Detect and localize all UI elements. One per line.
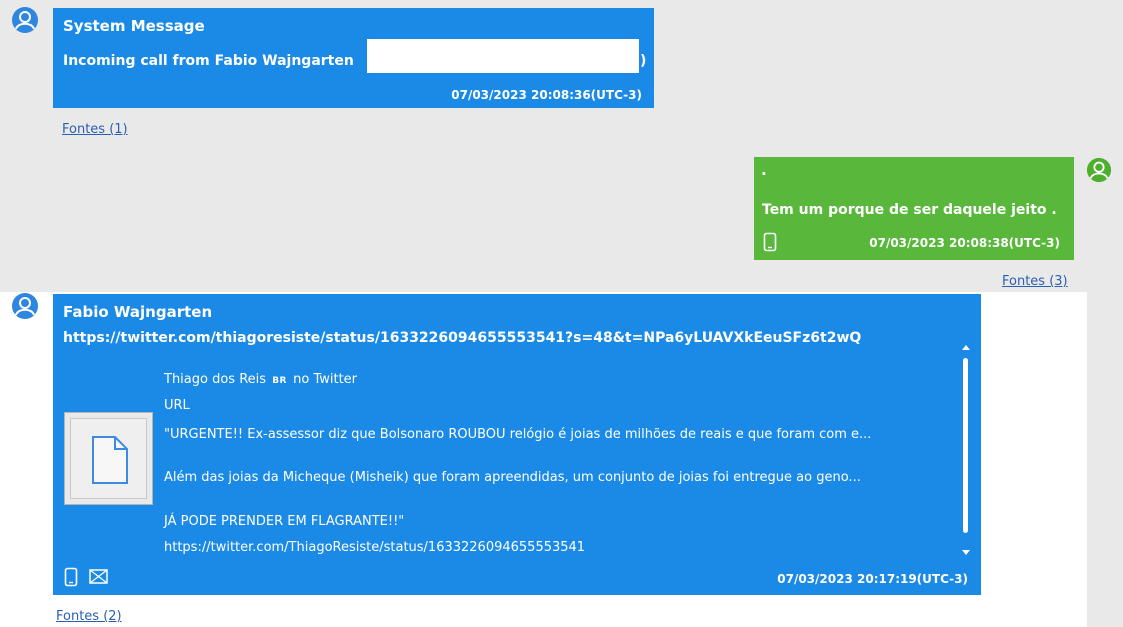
preview-text-line: Além das joias da Micheque (Misheik) que…: [164, 470, 861, 485]
link-preview-thumbnail: [64, 412, 153, 505]
preview-title: Thiago dos Reis BR no Twitter: [164, 372, 358, 387]
message-text: Incoming call from Fabio Wajngarten: [63, 53, 354, 69]
system-message-bubble: System Message Incoming call from Fabio …: [53, 8, 654, 108]
message-url[interactable]: https://twitter.com/thiagoresiste/status…: [63, 330, 861, 346]
timestamp: 07/03/2023 20:08:38(UTC-3): [869, 236, 1060, 250]
sender-name: System Message: [63, 17, 205, 35]
scroll-up-icon[interactable]: [961, 336, 971, 355]
outgoing-message-bubble: . Tem um porque de ser daquele jeito . 0…: [754, 157, 1074, 260]
message-text: Tem um porque de ser daquele jeito .: [762, 202, 1057, 218]
timestamp: 07/03/2023 20:08:36(UTC-3): [451, 88, 642, 102]
scroll-down-icon[interactable]: [961, 542, 971, 561]
sources-link[interactable]: Fontes (2): [56, 609, 122, 624]
incoming-message-bubble: Fabio Wajngarten https://twitter.com/thi…: [53, 294, 981, 595]
preview-type: URL: [164, 398, 190, 413]
preview-text-line: JÁ PODE PRENDER EM FLAGRANTE!!": [164, 514, 405, 529]
phone-icon: [763, 232, 777, 256]
message-dot: .: [761, 161, 767, 179]
user-avatar-icon: [1086, 157, 1112, 183]
preview-scrollbar[interactable]: [959, 334, 973, 555]
email-icon: [89, 569, 108, 588]
scrollbar-thumb[interactable]: [963, 358, 968, 533]
phone-icon: [64, 567, 78, 591]
sender-name: Fabio Wajngarten: [63, 303, 213, 321]
sources-link[interactable]: Fontes (3): [1002, 274, 1068, 289]
sources-link[interactable]: Fontes (1): [62, 122, 128, 137]
document-icon: [91, 435, 129, 489]
preview-text-line: "URGENTE!! Ex-assessor diz que Bolsonaro…: [164, 427, 872, 442]
redaction-box: [367, 39, 639, 73]
user-avatar-icon: [11, 292, 39, 320]
preview-link[interactable]: https://twitter.com/ThiagoResiste/status…: [164, 540, 585, 555]
flag-label: BR: [272, 376, 287, 386]
user-avatar-icon: [11, 6, 39, 34]
timestamp: 07/03/2023 20:17:19(UTC-3): [777, 572, 968, 586]
message-text-tail: ): [640, 53, 647, 69]
